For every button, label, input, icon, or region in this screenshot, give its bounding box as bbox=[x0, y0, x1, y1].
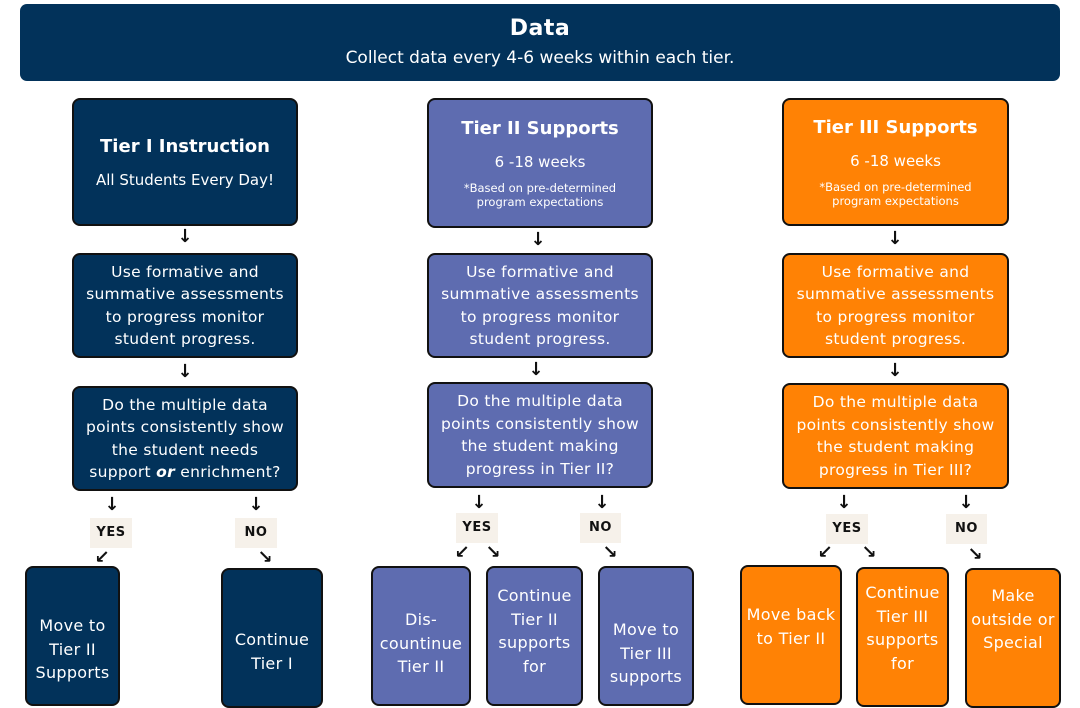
tier3-outcome-continue: Continue Tier III supports for bbox=[856, 567, 949, 707]
tier2-weeks: 6 -18 weeks bbox=[494, 152, 586, 171]
tier3-note: *Based on pre-determined program expecta… bbox=[819, 179, 972, 208]
arrow-down-left-icon: ↙ bbox=[454, 542, 470, 563]
arrow-down-icon: ↓ bbox=[104, 494, 120, 515]
tier1-monitor-box: Use formative and summative assessments … bbox=[72, 253, 298, 358]
arrow-down-right-icon: ↘ bbox=[257, 547, 273, 568]
arrow-down-icon: ↓ bbox=[594, 492, 610, 513]
tier3-outcome-move-back: Move back to Tier II bbox=[740, 565, 842, 705]
arrow-down-right-icon: ↘ bbox=[485, 542, 501, 563]
arrow-down-right-icon: ↘ bbox=[602, 542, 618, 563]
tier2-header-box: Tier II Supports 6 -18 weeks *Based on p… bbox=[427, 98, 653, 228]
arrow-down-icon: ↓ bbox=[177, 226, 193, 247]
yes-label: YES bbox=[90, 518, 132, 548]
arrow-down-right-icon: ↘ bbox=[861, 542, 877, 563]
banner-title: Data bbox=[509, 16, 571, 41]
no-label: NO bbox=[235, 518, 277, 548]
banner-subtitle: Collect data every 4-6 weeks within each… bbox=[345, 48, 735, 68]
question-text: enrichment? bbox=[175, 463, 281, 481]
tier1-title: Tier I Instruction bbox=[100, 135, 270, 157]
arrow-down-right-icon: ↘ bbox=[967, 544, 983, 565]
tier1-outcome-move: Move to Tier II Supports bbox=[25, 566, 120, 706]
outcome-text: Continue Tier II supports for bbox=[497, 586, 572, 676]
tier3-monitor-box: Use formative and summative assessments … bbox=[782, 253, 1009, 358]
tier3-outcome-referral: Make outside or Special bbox=[965, 568, 1061, 708]
tier2-outcome-continue: Continue Tier II supports for bbox=[486, 566, 583, 706]
tier2-monitor-text: Use formative and summative assessments … bbox=[441, 262, 639, 349]
question-emphasis: or bbox=[156, 463, 176, 481]
arrow-down-icon: ↓ bbox=[248, 494, 264, 515]
no-label: NO bbox=[946, 514, 987, 544]
arrow-down-icon: ↓ bbox=[958, 492, 974, 513]
tier3-question-text: Do the multiple data points consistently… bbox=[796, 393, 995, 479]
tier2-outcome-discontinue: Dis- countinue Tier II bbox=[371, 566, 471, 706]
tier2-monitor-box: Use formative and summative assessments … bbox=[427, 253, 653, 358]
yes-label: YES bbox=[456, 513, 498, 543]
tier1-outcome-continue: Continue Tier I bbox=[221, 568, 323, 708]
outcome-text: Continue Tier III supports for bbox=[865, 583, 940, 673]
tier1-question-text: Do the multiple data points consistently… bbox=[80, 394, 290, 484]
tier1-subline: All Students Every Day! bbox=[95, 170, 275, 189]
tier3-question-box: Do the multiple data points consistently… bbox=[782, 383, 1009, 489]
tier2-question-text: Do the multiple data points consistently… bbox=[441, 392, 639, 478]
data-banner: Data Collect data every 4-6 weeks within… bbox=[20, 4, 1060, 81]
tier1-header-box: Tier I Instruction All Students Every Da… bbox=[72, 98, 298, 226]
tier2-note: *Based on pre-determined program expecta… bbox=[463, 180, 617, 209]
arrow-down-icon: ↓ bbox=[530, 229, 546, 250]
outcome-text: Move back to Tier II bbox=[746, 605, 836, 648]
outcome-text: Continue Tier I bbox=[234, 630, 310, 673]
outcome-text: Move to Tier II Supports bbox=[35, 616, 110, 682]
outcome-text: Move to Tier III supports bbox=[609, 620, 683, 686]
yes-label: YES bbox=[826, 514, 868, 544]
outcome-text: Make outside or Special bbox=[971, 586, 1055, 652]
arrow-down-left-icon: ↙ bbox=[817, 542, 833, 563]
tier1-question-box: Do the multiple data points consistently… bbox=[72, 386, 298, 491]
tier3-weeks: 6 -18 weeks bbox=[850, 151, 941, 170]
arrow-down-icon: ↓ bbox=[528, 359, 544, 380]
tier3-title: Tier III Supports bbox=[813, 116, 978, 138]
tier2-outcome-move: Move to Tier III supports bbox=[598, 566, 694, 706]
outcome-text: Dis- countinue Tier II bbox=[379, 610, 463, 676]
no-label: NO bbox=[580, 513, 621, 543]
arrow-down-icon: ↓ bbox=[836, 492, 852, 513]
arrow-down-icon: ↓ bbox=[177, 361, 193, 382]
arrow-down-left-icon: ↙ bbox=[94, 547, 110, 568]
tier2-question-box: Do the multiple data points consistently… bbox=[427, 382, 653, 488]
arrow-down-icon: ↓ bbox=[887, 228, 903, 249]
arrow-down-icon: ↓ bbox=[887, 360, 903, 381]
tier3-header-box: Tier III Supports 6 -18 weeks *Based on … bbox=[782, 98, 1009, 226]
tier2-title: Tier II Supports bbox=[461, 117, 619, 139]
tier1-monitor-text: Use formative and summative assessments … bbox=[86, 262, 284, 349]
tier3-monitor-text: Use formative and summative assessments … bbox=[796, 262, 995, 349]
arrow-down-icon: ↓ bbox=[471, 492, 487, 513]
